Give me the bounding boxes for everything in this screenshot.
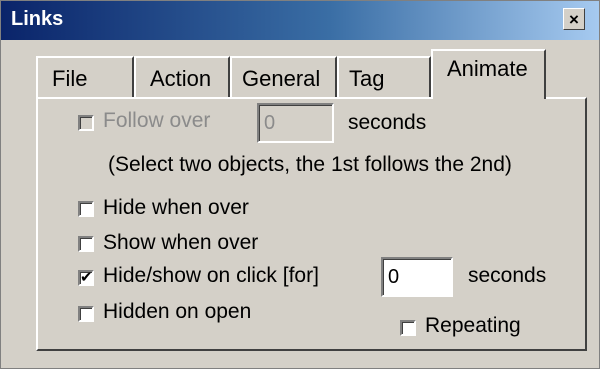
follow-over-label: Follow over <box>103 109 211 132</box>
tab-animate-label: Animate <box>447 56 528 81</box>
tab-action[interactable]: Action <box>134 56 230 98</box>
follow-over-checkbox[interactable] <box>78 115 94 131</box>
follow-over-unit: seconds <box>348 111 427 134</box>
show-when-over-label: Show when over <box>103 231 259 254</box>
hidden-on-open-label: Hidden on open <box>103 300 252 323</box>
window-title: Links <box>11 8 64 30</box>
repeating-label: Repeating <box>425 314 521 337</box>
follow-over-seconds-field[interactable]: 0 <box>257 103 334 143</box>
hide-when-over-checkbox[interactable] <box>78 201 94 217</box>
hide-when-over-label: Hide when over <box>103 196 249 219</box>
links-dialog: Links × File Action General Tag Animate … <box>0 0 600 369</box>
title-bar: Links × <box>1 1 599 40</box>
close-icon: × <box>569 9 579 29</box>
hide-show-seconds-field[interactable]: 0 <box>381 257 453 297</box>
hide-show-unit: seconds <box>468 264 547 287</box>
show-when-over-checkbox[interactable] <box>78 236 94 252</box>
repeating-checkbox[interactable] <box>400 320 416 336</box>
tab-file[interactable]: File <box>36 56 134 98</box>
tab-general[interactable]: General <box>230 56 337 98</box>
tab-action-label: Action <box>150 66 212 91</box>
close-button[interactable]: × <box>563 8 585 30</box>
hidden-on-open-checkbox[interactable] <box>78 306 94 322</box>
tab-tag[interactable]: Tag <box>337 56 431 98</box>
follow-hint-text: (Select two objects, the 1st follows the… <box>108 153 512 176</box>
tab-tag-label: Tag <box>349 66 385 91</box>
tab-file-label: File <box>52 66 88 91</box>
checkmark-icon: ✔ <box>80 269 93 286</box>
tab-animate[interactable]: Animate <box>431 49 546 99</box>
hide-show-on-click-checkbox[interactable]: ✔ <box>78 270 94 286</box>
hide-show-on-click-label: Hide/show on click [for] <box>103 264 319 287</box>
tab-general-label: General <box>242 66 321 91</box>
